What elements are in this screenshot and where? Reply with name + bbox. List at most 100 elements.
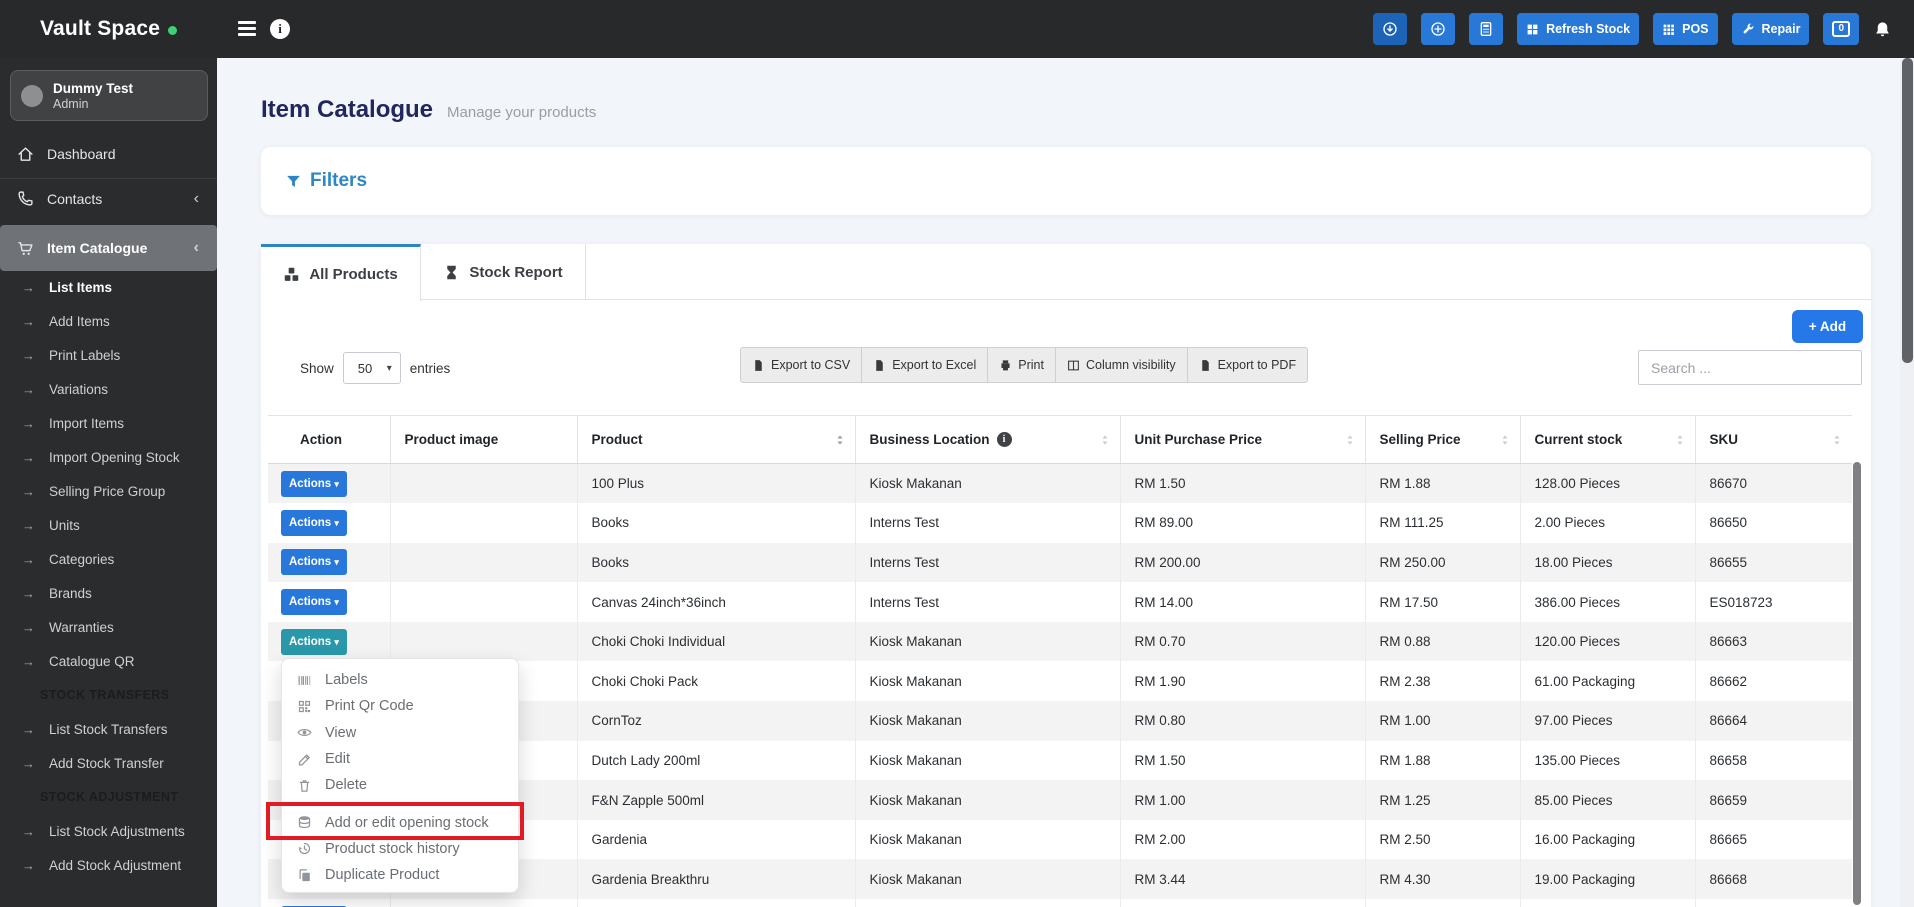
sort-icon[interactable] xyxy=(1098,433,1112,447)
sidebar-item-add-items[interactable]: → Add Items xyxy=(0,304,217,338)
user-name: Dummy Test xyxy=(53,80,134,96)
refresh-stock-button[interactable]: Refresh Stock xyxy=(1517,13,1640,45)
table-row: Actions ▾ Canvas 24inch*36inch Interns Te… xyxy=(268,582,1852,622)
menu-item-duplicate-product[interactable]: Duplicate Product xyxy=(282,862,518,888)
sidebar-item-list-stock-adjustments[interactable]: → List Stock Adjustments xyxy=(0,814,217,848)
col-business-location[interactable]: Business Location i xyxy=(854,415,1120,464)
menu-item-print-qr-code[interactable]: Print Qr Code xyxy=(282,693,518,719)
sidebar-item-add-stock-adjustment[interactable]: → Add Stock Adjustment xyxy=(0,848,217,882)
sidebar-item-warranties[interactable]: → Warranties xyxy=(0,610,217,644)
hourglass-icon xyxy=(443,264,460,281)
col-unit-purchase-price[interactable]: Unit Purchase Price xyxy=(1119,415,1365,464)
col-sku[interactable]: SKU xyxy=(1694,415,1852,464)
export-pdf-button[interactable]: Export to PDF xyxy=(1187,347,1309,383)
table-scrollbar-thumb[interactable] xyxy=(1853,462,1861,905)
col-product[interactable]: Product xyxy=(576,415,855,464)
calculator-icon xyxy=(1478,21,1494,37)
sidebar-item-list-items[interactable]: → List Items xyxy=(0,270,217,304)
arrow-right-icon: → xyxy=(22,347,35,363)
columns-icon xyxy=(1067,359,1080,372)
page-scrollbar-thumb[interactable] xyxy=(1901,58,1913,363)
search-input[interactable] xyxy=(1638,350,1862,385)
home-icon xyxy=(17,146,34,163)
column-visibility-button[interactable]: Column visibility xyxy=(1055,347,1188,383)
sidebar-item-contacts[interactable]: Contacts ‹ xyxy=(0,178,217,218)
col-selling-price[interactable]: Selling Price xyxy=(1364,415,1520,464)
sidebar-item-add-stock-transfer[interactable]: → Add Stock Transfer xyxy=(0,746,217,780)
export-excel-button[interactable]: Export to Excel xyxy=(862,347,989,383)
cash-register-button[interactable]: 0 xyxy=(1823,13,1859,45)
actions-button[interactable]: Actions ▾ xyxy=(281,509,347,536)
export-csv-button[interactable]: Export to CSV xyxy=(740,347,863,383)
menu-item-edit[interactable]: Edit xyxy=(282,746,518,772)
brand-name: Vault Space xyxy=(40,17,161,40)
file-excel-icon xyxy=(873,359,886,372)
pos-button[interactable]: POS xyxy=(1653,13,1718,45)
menu-item-delete[interactable]: Delete xyxy=(282,772,518,798)
sort-icon[interactable] xyxy=(1343,433,1357,447)
brand[interactable]: Vault Space xyxy=(40,0,178,58)
arrow-right-icon: → xyxy=(22,823,35,839)
file-pdf-icon xyxy=(1199,359,1212,372)
sort-icon[interactable] xyxy=(1498,433,1512,447)
show-label: Show xyxy=(300,360,334,376)
quick-add-button[interactable] xyxy=(1421,13,1456,45)
sidebar-item-import-opening-stock[interactable]: → Import Opening Stock xyxy=(0,440,217,474)
online-status-dot xyxy=(168,25,178,35)
actions-button[interactable]: Actions ▾ xyxy=(281,589,347,616)
file-csv-icon xyxy=(752,359,765,372)
hamburger-menu-icon[interactable] xyxy=(238,21,256,37)
sidebar-item-brands[interactable]: → Brands xyxy=(0,576,217,610)
qr-code-icon xyxy=(297,699,312,714)
section-stock-transfers: STOCK TRANSFERS xyxy=(40,688,170,702)
page-size-select[interactable]: 50 ▾ xyxy=(342,352,401,384)
notifications-bell-icon[interactable] xyxy=(1873,20,1892,39)
product-image-cell xyxy=(389,621,577,662)
product-image-cell xyxy=(389,463,577,504)
sidebar-item-list-stock-transfers[interactable]: → List Stock Transfers xyxy=(0,712,217,746)
calculator-button[interactable] xyxy=(1469,13,1504,45)
topbar-actions: Refresh Stock POS Repair 0 xyxy=(1373,13,1892,45)
page-title: Item Catalogue xyxy=(261,96,434,123)
sidebar-item-variations[interactable]: → Variations xyxy=(0,372,217,406)
printer-icon xyxy=(999,359,1012,372)
phone-icon xyxy=(17,190,34,207)
arrow-right-icon: → xyxy=(22,653,35,669)
sidebar-item-item-catalogue[interactable]: Item Catalogue ‹ xyxy=(0,225,217,271)
col-current-stock[interactable]: Current stock xyxy=(1519,415,1695,464)
arrow-right-icon: → xyxy=(22,585,35,601)
actions-button-open[interactable]: Actions ▾ xyxy=(281,628,347,655)
sidebar-item-dashboard[interactable]: Dashboard xyxy=(0,134,217,174)
menu-item-product-stock-history[interactable]: Product stock history xyxy=(282,836,518,862)
table-header-row: Action Product image Product Business Lo… xyxy=(268,415,1852,464)
actions-button[interactable]: Actions ▾ xyxy=(281,549,347,576)
sidebar-item-units[interactable]: → Units xyxy=(0,508,217,542)
sort-icon[interactable] xyxy=(1830,433,1844,447)
sidebar-item-categories[interactable]: → Categories xyxy=(0,542,217,576)
info-icon[interactable]: i xyxy=(996,432,1012,447)
sidebar-item-print-labels[interactable]: → Print Labels xyxy=(0,338,217,372)
repair-button[interactable]: Repair xyxy=(1731,13,1810,45)
user-role: Admin xyxy=(53,96,89,111)
arrow-right-icon: → xyxy=(22,279,35,295)
menu-item-add-or-edit-opening-stock[interactable]: Add or edit opening stock xyxy=(282,809,518,835)
arrow-right-icon: → xyxy=(22,619,35,635)
sort-icon[interactable] xyxy=(833,433,847,447)
print-button[interactable]: Print xyxy=(988,347,1056,383)
add-button[interactable]: + Add xyxy=(1792,310,1863,343)
tab-all-products[interactable]: All Products xyxy=(261,244,421,301)
menu-item-view[interactable]: View xyxy=(282,720,518,746)
tab-stock-report[interactable]: Stock Report xyxy=(421,244,586,300)
sidebar-item-import-items[interactable]: → Import Items xyxy=(0,406,217,440)
sidebar-item-catalogue-qr[interactable]: → Catalogue QR xyxy=(0,644,217,678)
sort-icon[interactable] xyxy=(1673,433,1687,447)
actions-button[interactable]: Actions ▾ xyxy=(281,470,347,497)
avatar xyxy=(21,84,43,107)
menu-item-labels[interactable]: Labels xyxy=(282,667,518,693)
sidebar-item-selling-price-group[interactable]: → Selling Price Group xyxy=(0,474,217,508)
user-card[interactable]: Dummy Test Admin xyxy=(10,70,208,121)
filters-toggle[interactable]: Filters xyxy=(285,170,367,192)
info-icon[interactable]: i xyxy=(270,19,290,39)
download-button[interactable] xyxy=(1373,13,1408,45)
topbar: Vault Space i Refresh Stock POS Repair 0 xyxy=(0,0,1914,58)
